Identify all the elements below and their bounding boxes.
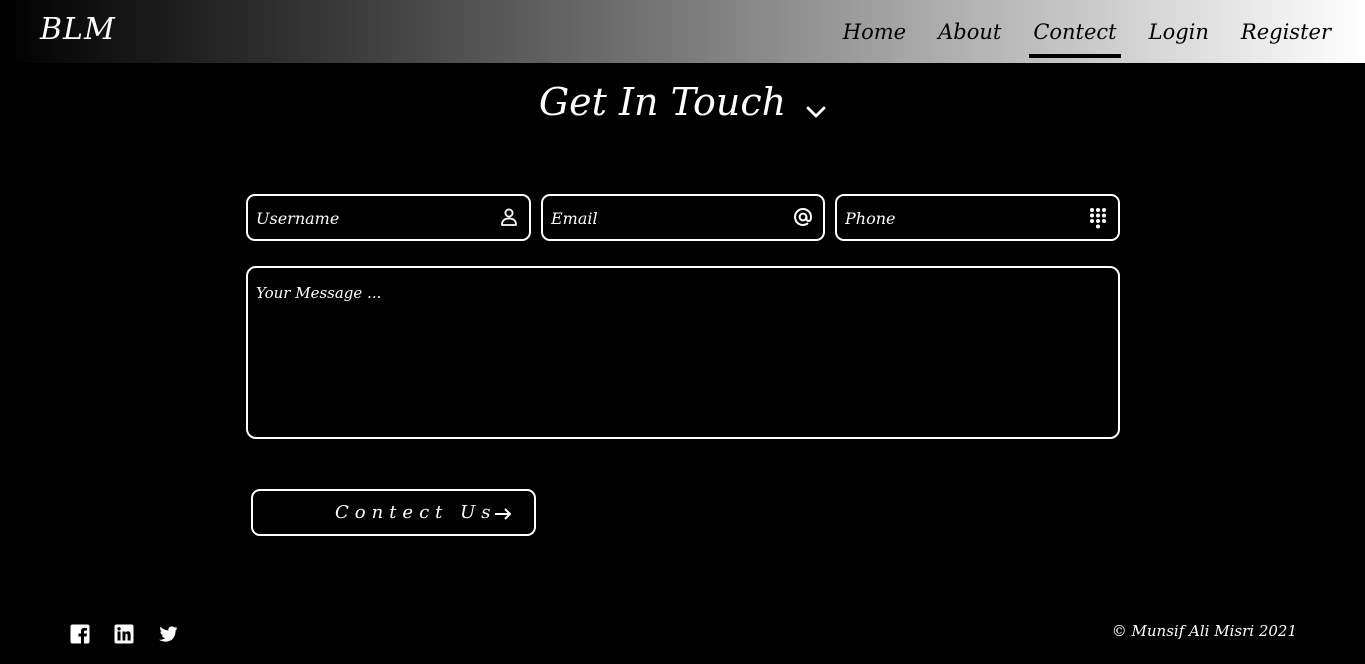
nav-item-about[interactable]: About xyxy=(934,20,1005,44)
message-textarea[interactable] xyxy=(254,282,1116,435)
facebook-icon[interactable] xyxy=(70,624,90,644)
page-title: Get In Touch xyxy=(538,80,787,124)
linkedin-icon[interactable] xyxy=(114,624,134,644)
nav-item-register[interactable]: Register xyxy=(1237,20,1335,44)
email-input[interactable] xyxy=(549,196,783,241)
phone-field xyxy=(835,194,1120,241)
username-input[interactable] xyxy=(254,196,489,241)
chevron-down-icon xyxy=(806,84,826,128)
at-sign-icon xyxy=(793,207,813,227)
username-field xyxy=(246,194,531,241)
arrow-right-icon xyxy=(494,506,512,520)
brand-logo[interactable]: BLM xyxy=(40,12,116,47)
contect-us-label: Contect Us xyxy=(335,502,497,523)
nav-item-login[interactable]: Login xyxy=(1145,20,1213,44)
dialpad-icon xyxy=(1088,207,1108,229)
user-icon xyxy=(499,207,519,227)
phone-input[interactable] xyxy=(843,196,1078,241)
nav-links: Home About Contect Login Register xyxy=(839,0,1335,63)
contect-us-button[interactable]: Contect Us xyxy=(251,489,536,536)
email-field xyxy=(541,194,825,241)
message-field xyxy=(246,266,1120,439)
page-heading: Get In Touch xyxy=(0,80,1365,128)
copyright-text: © Munsif Ali Misri 2021 xyxy=(1111,622,1297,640)
navbar: BLM Home About Contect Login Register xyxy=(0,0,1365,63)
twitter-icon[interactable] xyxy=(158,624,178,644)
nav-item-home[interactable]: Home xyxy=(839,20,910,44)
nav-item-contect[interactable]: Contect xyxy=(1029,20,1121,58)
